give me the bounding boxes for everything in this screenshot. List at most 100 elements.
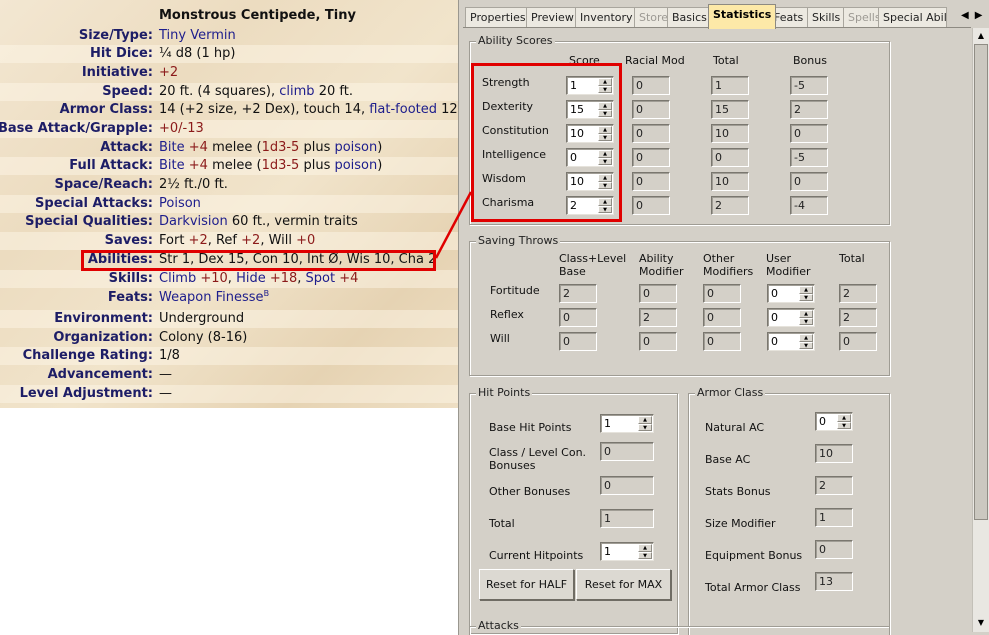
poison-link[interactable]: poison [334,140,377,155]
col-header-total: Total [839,252,865,265]
spin-down-icon[interactable]: ▼ [799,341,813,349]
will-total: 0 [839,332,877,351]
spin-value: 0 [771,311,778,324]
damage-roll: 1d3-5 [261,140,300,155]
stat-label: Saves: [104,233,153,248]
spin-value: 1 [604,417,611,430]
hide-bonus: +18 [269,271,298,286]
stat-label: Hit Dice: [89,46,153,61]
stat-value: ¼ d8 (1 hp) [159,46,236,61]
tab-scroll-arrows[interactable]: ◀▶ [961,10,988,21]
save-label-fortitude: Fortitude [490,284,540,297]
will-user-mod-input[interactable]: 0 ▲ ▼ [767,332,815,351]
tab-inventory[interactable]: Inventory [575,7,638,28]
stat-value: — [159,386,172,401]
intelligence-bonus: -5 [790,148,828,167]
speed-text: 20 ft. (4 squares), [159,84,280,99]
reflex-user-mod-input[interactable]: 0 ▲ ▼ [767,308,815,327]
armor-class-group: Armor Class Natural AC 0 ▲ ▼ Base AC 10 St… [688,386,890,635]
spin-value: 0 [771,287,778,300]
intelligence-racial-mod: 0 [632,148,670,167]
base-ac-label: Base AC [705,453,751,466]
current-hp-input[interactable]: 1 ▲ ▼ [600,542,654,561]
bite-link[interactable]: Bite [159,158,185,173]
poison-link[interactable]: poison [334,158,377,173]
stat-block: Monstrous Centipede, Tiny Size/Type: Tin… [0,0,458,408]
climb-skill-link[interactable]: Climb [159,271,196,286]
stat-value: Bite +4 melee (1d3-5 plus poison) [159,139,382,157]
climb-link[interactable]: climb [279,84,314,99]
bite-link[interactable]: Bite [159,140,185,155]
con-bonus-label-line1: Class / Level Con. [489,446,587,459]
scrollbar-thumb[interactable] [974,44,988,520]
stat-value: Fort +2, Ref +2, Will +0 [159,232,315,250]
spin-down-icon[interactable]: ▼ [638,423,652,431]
fortitude-total: 2 [839,284,877,303]
total-hp-label: Total [489,517,515,530]
spin-down-icon[interactable]: ▼ [837,421,851,429]
stat-label: Armor Class: [59,102,153,117]
vertical-scrollbar[interactable]: ▲ ▼ [972,28,989,632]
col-header-racial-mod: Racial Mod [625,54,685,67]
base-hp-input[interactable]: 1 ▲ ▼ [600,414,654,433]
stat-label: Initiative: [81,65,153,80]
size-modifier-field: 1 [815,508,853,527]
reset-max-button[interactable]: Reset for MAX [576,569,671,600]
will-text: , Will [260,233,297,248]
will-other-mod: 0 [703,332,741,351]
spin-up-icon[interactable]: ▲ [638,416,652,424]
spin-down-icon[interactable]: ▼ [638,551,652,559]
col-header-other-modifiers: Other Modifiers [703,252,754,278]
tab-preview[interactable]: Preview [526,7,579,28]
tab-basics[interactable]: Basics [667,7,712,28]
fortitude-user-mod-input[interactable]: 0 ▲ ▼ [767,284,815,303]
stat-row-hit-dice: Hit Dice: ¼ d8 (1 hp) [0,45,458,63]
tab-special-abilities[interactable]: Special Abili [878,7,947,28]
spin-buttons: ▲ ▼ [638,544,652,559]
reflex-ability-mod: 2 [639,308,677,327]
natural-ac-input[interactable]: 0 ▲ ▼ [815,412,853,431]
current-hp-label: Current Hitpoints [489,549,584,562]
reset-half-button[interactable]: Reset for HALF [479,569,574,600]
scroll-down-icon[interactable]: ▼ [973,615,989,631]
spin-up-icon[interactable]: ▲ [799,310,813,318]
spin-down-icon[interactable]: ▼ [799,293,813,301]
total-hp-field: 1 [600,509,654,528]
spin-up-icon[interactable]: ▲ [837,414,851,422]
flat-footed-link[interactable]: flat-footed [369,102,437,117]
weapon-finesse-link[interactable]: Weapon Finesse [159,290,264,305]
close-paren: ) [377,140,383,155]
melee-text: melee ( [207,140,262,155]
stat-value: +2 [159,65,179,80]
spin-up-icon[interactable]: ▲ [799,334,813,342]
stat-row-special-qualities: Special Qualities: Darkvision 60 ft., ve… [0,213,458,231]
stat-row-initiative: Initiative: +2 [0,64,458,82]
dexterity-bonus: 2 [790,100,828,119]
strength-bonus: -5 [790,76,828,95]
scroll-up-icon[interactable]: ▲ [973,28,989,44]
sq-text: 60 ft., vermin traits [227,214,358,229]
stat-value: 1/8 [159,348,180,363]
tab-properties[interactable]: Properties [465,7,531,28]
stat-row-speed: Speed: 20 ft. (4 squares), climb 20 ft. [0,83,458,101]
speed-text-end: 20 ft. [314,84,353,99]
spot-skill-link[interactable]: Spot [306,271,336,286]
will-value: +0 [296,233,316,248]
natural-ac-label: Natural AC [705,421,765,434]
spin-value: 0 [819,415,826,428]
spin-up-icon[interactable]: ▲ [638,544,652,552]
darkvision-link[interactable]: Darkvision [159,214,228,229]
hide-skill-link[interactable]: Hide [236,271,266,286]
stat-row-full-attack: Full Attack: Bite +4 melee (1d3-5 plus p… [0,157,458,175]
stat-label: Advancement: [47,367,153,382]
spin-up-icon[interactable]: ▲ [799,286,813,294]
stat-value: 2½ ft./0 ft. [159,177,228,192]
stat-label: Special Attacks: [35,196,153,211]
tab-skills[interactable]: Skills [807,7,846,28]
spin-down-icon[interactable]: ▼ [799,317,813,325]
poison-link[interactable]: Poison [159,195,201,213]
size-type-link[interactable]: Tiny Vermin [159,27,236,45]
attack-bonus: +4 [188,158,208,173]
stat-row-organization: Organization: Colony (8-16) [0,329,458,347]
tab-statistics[interactable]: Statistics [708,4,777,29]
